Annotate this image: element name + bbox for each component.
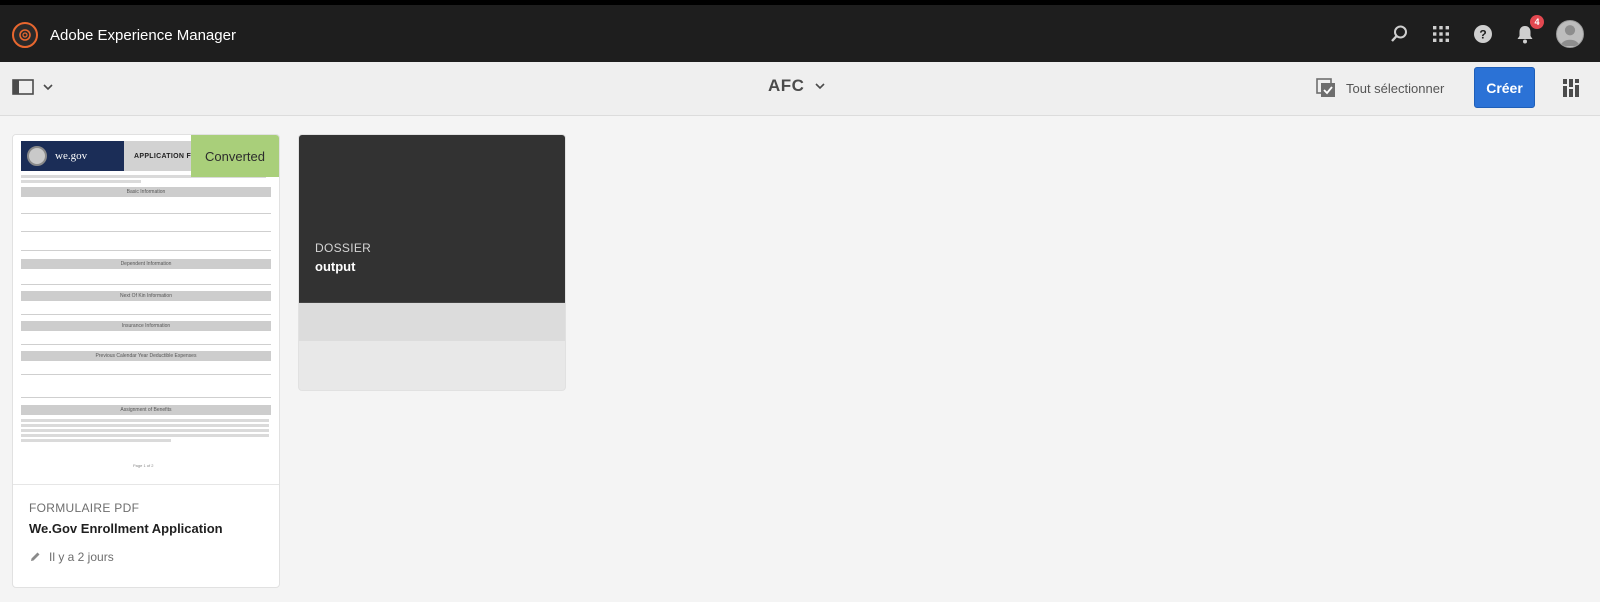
preview-field-line <box>21 314 271 315</box>
seal-icon <box>27 146 47 166</box>
wegov-logo-text: we.gov <box>55 150 88 162</box>
help-icon[interactable]: ? <box>1470 21 1496 47</box>
folder-name[interactable]: output <box>315 259 355 274</box>
preview-text-line <box>21 439 171 442</box>
pdf-preview: we.gov APPLICATION FOR Basic Information… <box>21 141 271 477</box>
asset-card-pdf-form[interactable]: we.gov APPLICATION FOR Basic Information… <box>12 134 280 588</box>
preview-field-line <box>21 231 271 232</box>
preview-field-line <box>21 213 271 214</box>
brand[interactable]: Adobe Experience Manager <box>12 22 236 48</box>
create-button[interactable]: Créer <box>1474 67 1535 108</box>
card-view-icon <box>1563 79 1579 97</box>
folder-footer-band <box>299 303 565 341</box>
folder-thumbnail[interactable]: DOSSIER output <box>299 135 565 303</box>
preview-section: Insurance Information <box>21 321 271 331</box>
notifications-button[interactable]: 4 <box>1512 14 1544 47</box>
pencil-icon <box>31 552 40 561</box>
preview-field-line <box>21 250 271 251</box>
preview-field-line <box>21 374 271 375</box>
preview-section: Basic Information <box>21 187 271 197</box>
preview-text-line <box>21 180 141 183</box>
select-all-button[interactable]: Tout sélectionner <box>1316 78 1444 98</box>
global-header: Adobe Experience Manager ? 4 <box>0 0 1600 62</box>
card-type-label: FORMULAIRE PDF <box>29 501 140 515</box>
card-thumbnail[interactable]: we.gov APPLICATION FOR Basic Information… <box>13 135 279 485</box>
preview-text-line <box>21 424 269 427</box>
aem-logo-icon <box>12 22 38 48</box>
select-all-label: Tout sélectionner <box>1346 80 1445 96</box>
action-bar: AFC Tout sélectionner Créer <box>0 62 1600 116</box>
rail-toggle-button[interactable] <box>12 78 54 96</box>
preview-text-line <box>21 419 269 422</box>
card-modified: Il y a 2 jours <box>29 550 269 564</box>
modified-time: Il y a 2 jours <box>49 550 114 564</box>
checkbox-multi-icon <box>1316 78 1335 97</box>
card-meta: FORMULAIRE PDF We.Gov Enrollment Applica… <box>29 501 269 564</box>
svg-text:?: ? <box>1479 27 1486 41</box>
preview-text-line <box>21 434 269 437</box>
preview-section: Next Of Kin Information <box>21 291 271 301</box>
header-icons: ? 4 <box>1370 5 1600 62</box>
chevron-down-icon <box>815 83 826 90</box>
preview-text-line <box>21 429 269 432</box>
rail-panel-icon <box>12 79 34 95</box>
app-title: Adobe Experience Manager <box>50 26 236 44</box>
search-icon[interactable] <box>1386 21 1412 47</box>
folder-title: AFC <box>768 76 805 95</box>
folder-card-output[interactable]: DOSSIER output <box>298 134 566 391</box>
preview-page-label: Page 1 of 2 <box>133 463 154 468</box>
preview-section: Assignment of Benefits <box>21 405 271 415</box>
card-title[interactable]: We.Gov Enrollment Application <box>29 521 269 536</box>
card-type-label: DOSSIER <box>315 241 372 255</box>
folder-title-dropdown[interactable]: AFC <box>768 76 826 96</box>
preview-section: Dependent Information <box>21 259 271 269</box>
notification-badge: 4 <box>1530 14 1544 29</box>
preview-field-line <box>21 397 271 398</box>
wegov-logo: we.gov <box>21 141 124 171</box>
view-switcher-button[interactable] <box>1562 78 1580 103</box>
user-avatar[interactable] <box>1556 19 1584 48</box>
preview-field-line <box>21 344 271 345</box>
chevron-down-icon <box>43 84 53 91</box>
preview-section: Previous Calendar Year Deductible Expens… <box>21 351 271 361</box>
apps-grid-icon[interactable] <box>1428 21 1454 47</box>
status-badge: Converted <box>191 135 279 177</box>
preview-field-line <box>21 284 271 285</box>
